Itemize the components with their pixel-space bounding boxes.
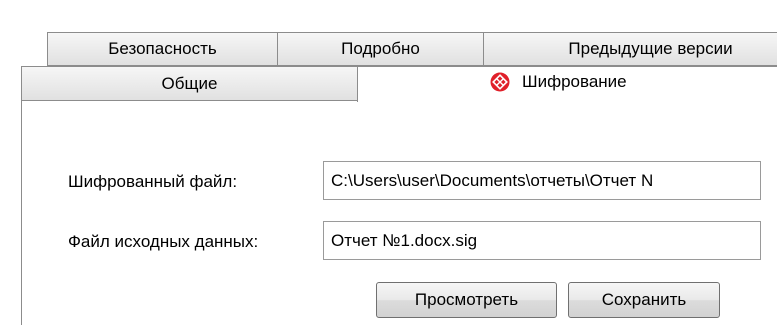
- tab-security[interactable]: Безопасность: [47, 32, 278, 66]
- source-file-label: Файл исходных данных:: [68, 232, 259, 251]
- tab-previous-versions[interactable]: Предыдущие версии: [483, 32, 777, 66]
- tab-general-label: Общие: [161, 73, 218, 93]
- encrypted-file-field[interactable]: C:\Users\user\Documents\отчеты\Отчет N: [323, 161, 761, 200]
- tab-encryption-label: Шифрование: [522, 72, 627, 91]
- source-file-value: Отчет №1.docx.sig: [331, 230, 478, 250]
- tab-previous-versions-label: Предыдущие версии: [568, 39, 733, 58]
- encryption-icon: [490, 72, 510, 92]
- view-button[interactable]: Просмотреть: [376, 282, 557, 318]
- source-file-field[interactable]: Отчет №1.docx.sig: [323, 221, 761, 260]
- save-button[interactable]: Сохранить: [568, 282, 720, 318]
- encrypted-file-value: C:\Users\user\Documents\отчеты\Отчет N: [331, 170, 654, 190]
- tab-security-label: Безопасность: [108, 39, 217, 58]
- tab-general[interactable]: Общие: [21, 66, 358, 101]
- tab-encryption[interactable]: Шифрование: [357, 66, 777, 102]
- tab-details-label: Подробно: [341, 39, 420, 58]
- encrypted-file-label: Шифрованный файл:: [68, 172, 238, 191]
- tab-details[interactable]: Подробно: [277, 32, 484, 66]
- save-button-label: Сохранить: [601, 290, 687, 309]
- view-button-label: Просмотреть: [414, 290, 519, 309]
